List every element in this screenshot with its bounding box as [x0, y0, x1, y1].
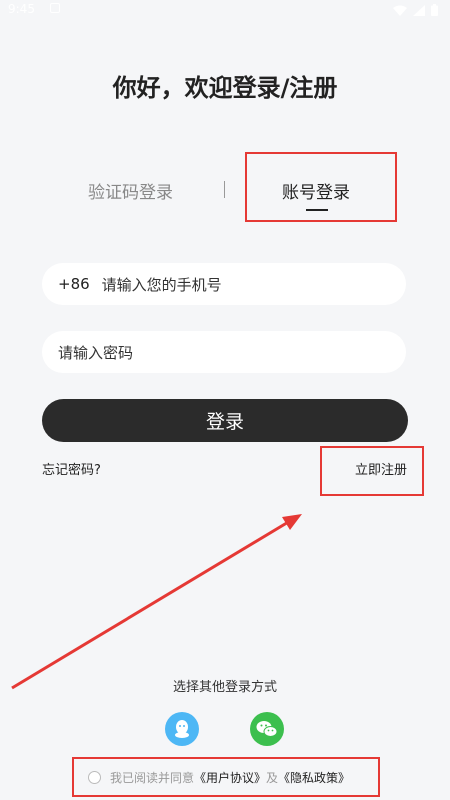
login-screen: 9:45 你好，欢迎登录/注册 验证码登录 账号登录 +86 请输入您的手机号 …	[0, 0, 450, 800]
wechat-login-button[interactable]	[250, 712, 284, 746]
other-login-title: 选择其他登录方式	[172, 680, 277, 695]
tab-divider	[224, 181, 225, 198]
wifi-icon	[393, 5, 407, 16]
page-title: 你好，欢迎登录/注册	[112, 74, 338, 102]
highlight-box-account-tab	[245, 152, 397, 222]
forgot-password-link[interactable]: 忘记密码?	[42, 459, 101, 478]
agreement-and: 及	[266, 771, 279, 785]
battery-icon	[431, 4, 438, 16]
agreement-prefix: 我已阅读并同意	[110, 771, 195, 785]
sim-icon	[50, 3, 60, 13]
qq-icon	[175, 720, 189, 738]
agreement-row: 我已阅读并同意 《用户协议》 及 《隐私政策》	[88, 769, 350, 786]
phone-input[interactable]: +86 请输入您的手机号	[42, 263, 406, 305]
privacy-policy-link[interactable]: 《隐私政策》	[278, 769, 350, 786]
qq-login-button[interactable]	[165, 712, 199, 746]
password-placeholder: 请输入密码	[58, 343, 134, 362]
agree-checkbox[interactable]	[88, 771, 101, 784]
password-input[interactable]: 请输入密码	[42, 331, 406, 373]
status-time: 9:45	[8, 2, 35, 16]
wechat-icon	[256, 721, 278, 737]
highlight-box-register	[320, 446, 424, 496]
status-bar: 9:45	[0, 0, 450, 22]
tab-sms-login[interactable]: 验证码登录	[88, 178, 173, 203]
login-button[interactable]: 登录	[42, 399, 408, 442]
user-agreement-link[interactable]: 《用户协议》	[194, 769, 266, 786]
country-code[interactable]: +86	[58, 275, 90, 293]
phone-placeholder: 请输入您的手机号	[101, 275, 222, 294]
signal-icon	[413, 4, 425, 16]
status-icons	[393, 4, 438, 16]
